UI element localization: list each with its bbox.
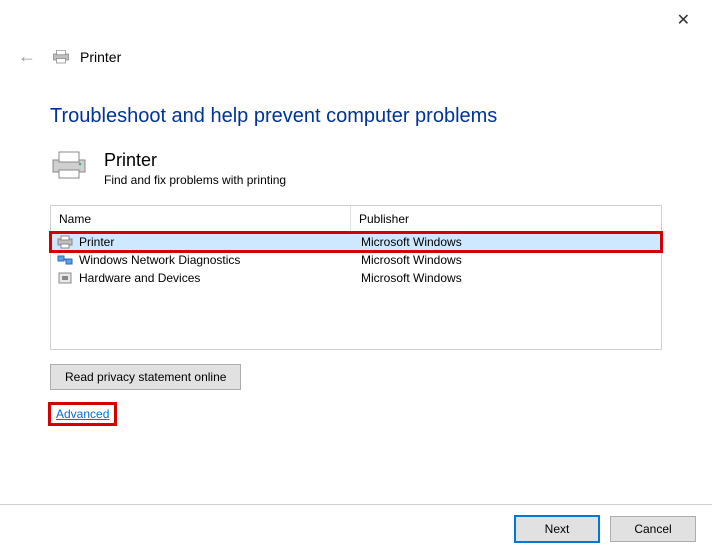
row-name: Printer	[79, 235, 114, 249]
row-publisher: Microsoft Windows	[357, 253, 655, 267]
back-arrow-icon[interactable]: ←	[18, 46, 36, 67]
column-header-name[interactable]: Name	[51, 206, 351, 232]
header-bar: ← Printer	[0, 40, 712, 79]
printer-large-icon	[50, 150, 88, 180]
next-button[interactable]: Next	[514, 515, 600, 543]
printer-icon	[52, 50, 70, 64]
section-title: Printer	[104, 150, 286, 171]
section-subtitle: Find and fix problems with printing	[104, 173, 286, 187]
row-name: Windows Network Diagnostics	[79, 253, 240, 267]
page-title: Troubleshoot and help prevent computer p…	[50, 105, 662, 128]
cancel-button[interactable]: Cancel	[610, 516, 696, 542]
window-title: Printer	[80, 49, 121, 65]
title-bar: ✕	[0, 0, 712, 40]
printer-icon	[57, 235, 73, 249]
column-header-publisher[interactable]: Publisher	[351, 206, 661, 232]
row-publisher: Microsoft Windows	[357, 271, 655, 285]
troubleshooter-table: Name Publisher Printer Microsoft Windows…	[50, 205, 662, 350]
row-publisher: Microsoft Windows	[357, 235, 655, 249]
table-row[interactable]: Printer Microsoft Windows	[51, 233, 661, 251]
row-name: Hardware and Devices	[79, 271, 200, 285]
hardware-icon	[57, 271, 73, 285]
table-row[interactable]: Windows Network Diagnostics Microsoft Wi…	[51, 251, 661, 269]
advanced-link[interactable]: Advanced	[56, 407, 109, 421]
network-icon	[57, 253, 73, 267]
close-icon[interactable]: ✕	[669, 6, 698, 34]
table-row[interactable]: Hardware and Devices Microsoft Windows	[51, 269, 661, 287]
privacy-statement-button[interactable]: Read privacy statement online	[50, 364, 241, 390]
footer-bar: Next Cancel	[0, 504, 712, 552]
